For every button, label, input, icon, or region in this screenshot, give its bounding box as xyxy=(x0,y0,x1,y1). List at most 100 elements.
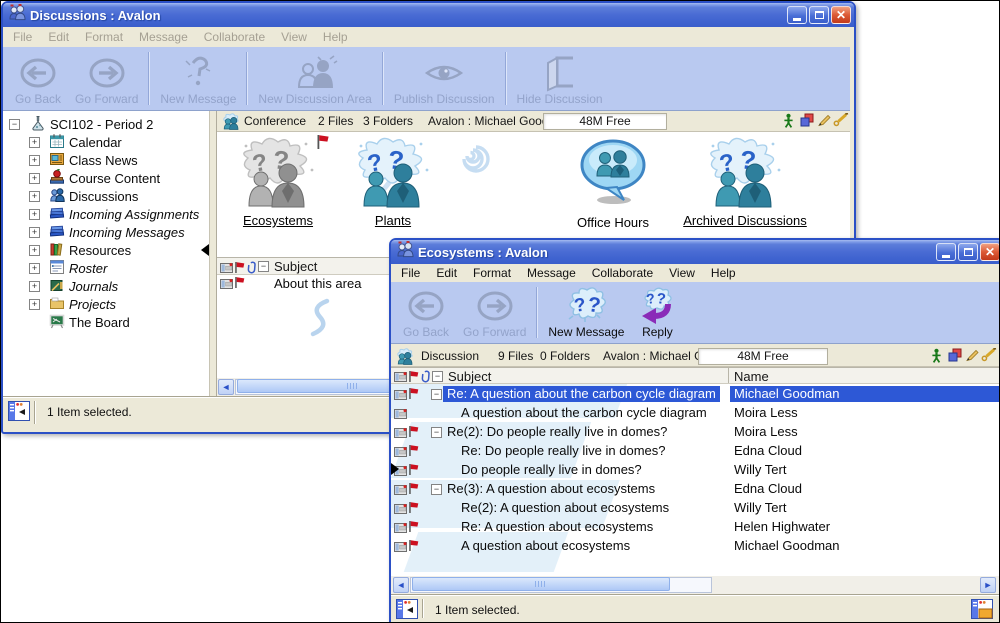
tree-root[interactable]: − SCI102 - Period 2 xyxy=(9,115,153,133)
close-button[interactable]: ✕ xyxy=(980,243,1000,261)
list-item[interactable]: About this area xyxy=(274,276,361,291)
menu-view: View xyxy=(273,28,315,46)
message-author[interactable]: Willy Tert xyxy=(734,500,786,515)
tree-item-label: The Board xyxy=(69,315,130,330)
message-author[interactable]: Helen Highwater xyxy=(734,519,830,534)
tree-item-resources[interactable]: + Resources xyxy=(29,241,131,259)
maximize-button[interactable] xyxy=(809,6,829,24)
discussions-titlebar[interactable]: Discussions : Avalon ✕ xyxy=(3,3,854,27)
expand-box[interactable]: + xyxy=(29,281,40,292)
pages-icon[interactable] xyxy=(948,348,962,367)
message-author[interactable]: Michael Goodman xyxy=(734,538,840,553)
message-author[interactable]: Willy Tert xyxy=(734,462,786,477)
gold-pen-icon[interactable] xyxy=(833,113,849,132)
message-subject[interactable]: Re: Do people really live in domes? xyxy=(461,443,666,458)
tree-item-roster[interactable]: + Roster xyxy=(29,259,107,277)
message-row[interactable]: Re(2): A question about ecosystems Willy … xyxy=(391,499,999,518)
message-subject[interactable]: Re: A question about ecosystems xyxy=(461,519,653,534)
scroll-right-button[interactable]: ► xyxy=(980,577,996,593)
pages-icon[interactable] xyxy=(800,113,814,132)
message-row[interactable]: −Re: A question about the carbon cycle d… xyxy=(391,385,999,404)
expand-box[interactable]: + xyxy=(29,263,40,274)
collapse-thread-box[interactable]: − xyxy=(431,389,442,400)
desktop-icon-plants[interactable]: ??Plants xyxy=(333,136,453,228)
collapse-box[interactable]: − xyxy=(9,119,20,130)
tree-item-discussions[interactable]: + Discussions xyxy=(29,187,138,205)
expand-box[interactable]: + xyxy=(29,209,40,220)
message-row[interactable]: −Re(2): Do people really live in domes? M… xyxy=(391,423,999,442)
message-author[interactable]: Moira Less xyxy=(734,405,798,420)
close-button[interactable]: ✕ xyxy=(831,6,851,24)
message-subject[interactable]: Re: A question about the carbon cycle di… xyxy=(443,386,720,402)
pencil-icon[interactable] xyxy=(817,113,831,132)
toolbar-new-message[interactable]: ??New Message xyxy=(541,282,631,343)
collapse-all-box[interactable]: − xyxy=(258,261,269,272)
pencil-icon[interactable] xyxy=(965,348,979,367)
message-author[interactable]: Edna Cloud xyxy=(734,481,802,496)
tree-item-incoming-assignments[interactable]: + Incoming Assignments xyxy=(29,205,199,223)
collapse-all-box[interactable]: − xyxy=(432,371,443,382)
message-author[interactable]: Edna Cloud xyxy=(734,443,802,458)
toolbar-reply[interactable]: ??Reply xyxy=(631,282,683,343)
collapse-thread-box[interactable]: − xyxy=(431,427,442,438)
horizontal-scrollbar[interactable]: ◄ ► xyxy=(391,576,999,594)
message-subject[interactable]: Re(3): A question about ecosystems xyxy=(447,481,655,496)
message-subject[interactable]: Re(2): A question about ecosystems xyxy=(461,500,669,515)
message-column-header[interactable]: − Subject Name xyxy=(391,367,999,384)
tree-item-class-news[interactable]: + Class News xyxy=(29,151,138,169)
menu-collaborate[interactable]: Collaborate xyxy=(584,264,661,282)
message-author[interactable]: Michael Goodman xyxy=(730,386,999,402)
menu-view[interactable]: View xyxy=(661,264,703,282)
message-subject[interactable]: A question about ecosystems xyxy=(461,538,630,553)
menu-edit[interactable]: Edit xyxy=(428,264,465,282)
message-row[interactable]: Re: Do people really live in domes? Edna … xyxy=(391,442,999,461)
expand-box[interactable]: + xyxy=(29,245,40,256)
desktop-icon-archived-discussions[interactable]: ??Archived Discussions xyxy=(640,136,850,228)
view-grid-icon[interactable] xyxy=(971,599,993,623)
toolbar-go-forward: Go Forward xyxy=(68,47,145,110)
message-row[interactable]: Re: A question about ecosystems Helen Hig… xyxy=(391,518,999,537)
collapse-thread-box[interactable]: − xyxy=(431,484,442,495)
window-status-icon[interactable] xyxy=(8,401,30,426)
expand-box[interactable]: + xyxy=(29,137,40,148)
collapse-right-icon[interactable] xyxy=(391,463,399,475)
status-bar: 1 Item selected. xyxy=(391,594,999,622)
message-subject[interactable]: Do people really live in domes? xyxy=(461,462,642,477)
expand-box[interactable]: + xyxy=(29,155,40,166)
collapse-left-icon[interactable] xyxy=(201,244,209,256)
message-author[interactable]: Moira Less xyxy=(734,424,798,439)
menu-message[interactable]: Message xyxy=(519,264,584,282)
tree-item-the-board[interactable]: The Board xyxy=(29,313,130,331)
expand-box[interactable]: + xyxy=(29,299,40,310)
maximize-button[interactable] xyxy=(958,243,978,261)
expand-box[interactable]: + xyxy=(29,191,40,202)
desktop-icon-ecosystems[interactable]: ??Ecosystems xyxy=(218,136,338,228)
message-row[interactable]: A question about the carbon cycle diagra… xyxy=(391,404,999,423)
message-row[interactable]: A question about ecosystems Michael Goodm… xyxy=(391,537,999,556)
message-subject[interactable]: Re(2): Do people really live in domes? xyxy=(447,424,667,439)
menu-help[interactable]: Help xyxy=(703,264,744,282)
tree-item-calendar[interactable]: + Calendar xyxy=(29,133,122,151)
scroll-left-button[interactable]: ◄ xyxy=(393,577,409,593)
ecosystems-titlebar[interactable]: Ecosystems : Avalon ✕ xyxy=(391,240,1000,264)
expand-box[interactable]: + xyxy=(29,173,40,184)
window-status-icon[interactable] xyxy=(396,599,418,623)
scrollbar-thumb[interactable] xyxy=(412,577,670,591)
message-row[interactable]: Do people really live in domes? Willy Ter… xyxy=(391,461,999,480)
green-person-icon[interactable] xyxy=(931,348,942,368)
green-person-icon[interactable] xyxy=(783,113,794,133)
tree-item-projects[interactable]: + Projects xyxy=(29,295,116,313)
tree-splitter[interactable] xyxy=(209,111,217,396)
menu-format[interactable]: Format xyxy=(465,264,519,282)
scroll-left-button[interactable]: ◄ xyxy=(218,379,234,395)
message-subject[interactable]: A question about the carbon cycle diagra… xyxy=(461,405,707,420)
expand-box[interactable]: + xyxy=(29,227,40,238)
tree-item-journals[interactable]: + Journals xyxy=(29,277,118,295)
tree-item-course-content[interactable]: + Course Content xyxy=(29,169,160,187)
tree-item-incoming-messages[interactable]: + Incoming Messages xyxy=(29,223,185,241)
message-row[interactable]: −Re(3): A question about ecosystems Edna … xyxy=(391,480,999,499)
minimize-button[interactable] xyxy=(787,6,807,24)
menu-file[interactable]: File xyxy=(393,264,428,282)
gold-pen-icon[interactable] xyxy=(981,348,997,367)
minimize-button[interactable] xyxy=(936,243,956,261)
